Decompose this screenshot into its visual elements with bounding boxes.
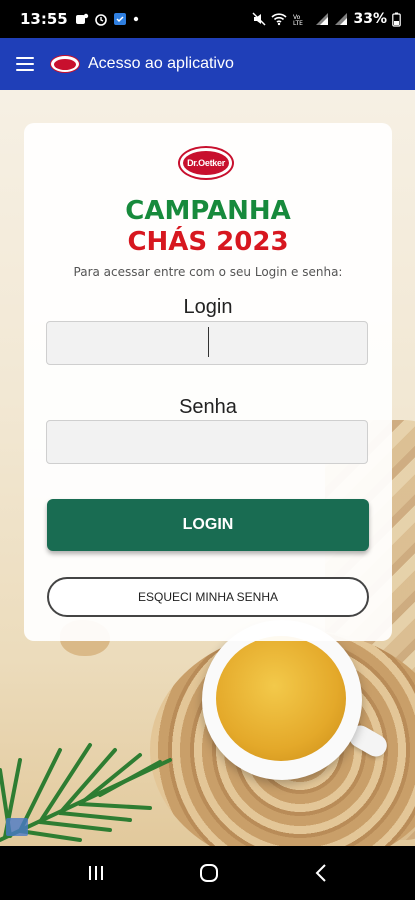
teams-icon	[75, 13, 88, 24]
brand-logo-text: Dr.Oetker	[183, 151, 229, 175]
status-right-icons: Vo LTE 33%	[252, 11, 401, 27]
dot-icon	[133, 16, 138, 22]
wifi-icon	[271, 13, 288, 26]
app-title: Acesso ao aplicativo	[88, 55, 234, 72]
recent-apps-icon[interactable]	[86, 864, 106, 882]
volte-icon: VoLTE	[293, 14, 303, 26]
password-input[interactable]	[46, 420, 368, 464]
signal-icon-2	[335, 13, 348, 25]
campaign-title: CAMPANHA	[125, 196, 291, 226]
text-caret	[208, 327, 209, 357]
app-bar: Acesso ao aplicativo	[0, 38, 415, 90]
status-bar: 13:55 Vo LTE 33%	[0, 0, 415, 38]
mute-icon	[252, 12, 267, 26]
brand-logo-small	[50, 55, 80, 73]
login-button[interactable]: LOGIN	[47, 499, 369, 551]
app-notification-icon	[113, 13, 126, 25]
login-instructions: Para acessar entre com o seu Login e sen…	[73, 265, 343, 279]
watermark-logo	[6, 818, 28, 836]
login-input[interactable]	[46, 321, 368, 365]
svg-text:LTE: LTE	[293, 20, 303, 26]
campaign-subtitle: CHÁS 2023	[127, 227, 289, 257]
palm-leaves-decoration	[0, 743, 172, 842]
password-label: Senha	[179, 396, 237, 418]
login-label: Login	[183, 296, 233, 318]
status-left-icons	[75, 12, 140, 26]
login-card: Dr.Oetker CAMPANHA CHÁS 2023 Para acessa…	[24, 123, 392, 641]
back-icon[interactable]	[313, 863, 329, 883]
battery-percent: 33%	[353, 11, 387, 27]
forgot-password-button[interactable]: ESQUECI MINHA SENHA	[47, 577, 369, 617]
status-time: 13:55	[20, 10, 68, 28]
signal-icon	[316, 13, 329, 25]
menu-icon[interactable]	[16, 57, 34, 71]
brand-logo: Dr.Oetker	[178, 146, 234, 180]
tea-liquid	[216, 636, 346, 761]
navigation-bar	[0, 846, 415, 900]
home-icon[interactable]	[198, 862, 220, 884]
alarm-icon	[94, 14, 107, 26]
battery-icon	[392, 12, 401, 27]
